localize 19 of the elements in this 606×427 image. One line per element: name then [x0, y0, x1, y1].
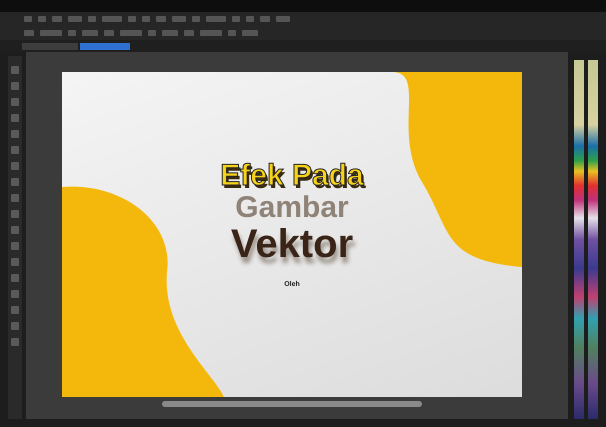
color-palette[interactable]	[574, 60, 584, 419]
title-text: Gambar	[235, 192, 349, 223]
tool-icon[interactable]	[276, 16, 290, 22]
tool-icon[interactable]	[172, 16, 186, 22]
tool-icon[interactable]	[242, 30, 258, 36]
tool-icon[interactable]	[200, 30, 222, 36]
title-text: Vektor	[230, 223, 354, 265]
document-tab[interactable]	[80, 42, 130, 50]
tool-icon[interactable]	[40, 30, 62, 36]
tool-icon[interactable]	[102, 16, 122, 22]
color-palette[interactable]	[588, 60, 598, 419]
title-text: Efek Pada	[220, 160, 364, 192]
scrollbar[interactable]	[162, 401, 422, 407]
tool-icon[interactable]	[82, 30, 98, 36]
document-tab[interactable]	[22, 42, 78, 50]
tool-icon[interactable]	[162, 30, 178, 36]
tool-icon[interactable]	[206, 16, 226, 22]
tool-icon[interactable]	[120, 30, 142, 36]
tool-icon[interactable]	[68, 16, 82, 22]
